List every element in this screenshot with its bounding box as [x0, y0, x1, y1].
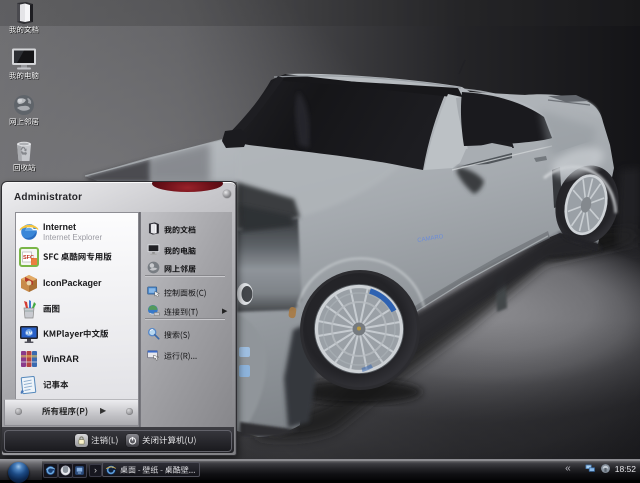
svg-text:KM: KM	[26, 331, 33, 336]
